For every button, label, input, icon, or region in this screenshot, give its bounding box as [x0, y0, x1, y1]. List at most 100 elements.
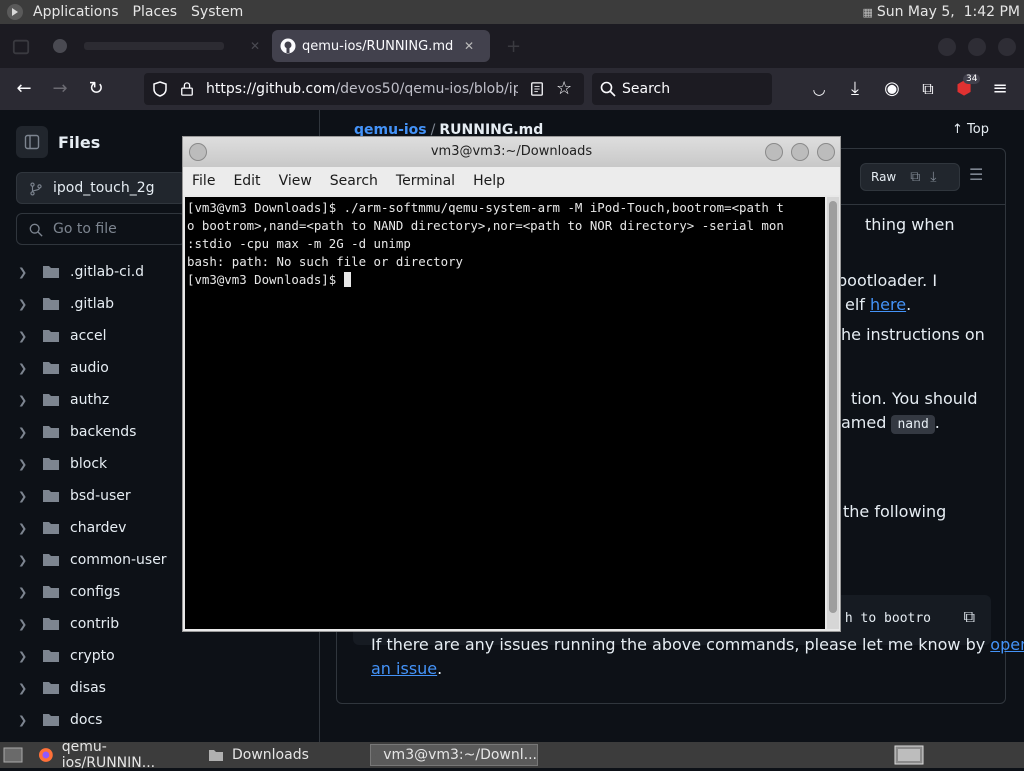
- url-bar[interactable]: https://github.com/devos50/qemu-ios/blob…: [144, 73, 584, 105]
- chevron-right-icon[interactable]: ❯: [18, 266, 34, 279]
- folder-icon: [208, 747, 224, 763]
- menu-applications[interactable]: Applications: [26, 4, 126, 20]
- sidebar-header: Files: [16, 126, 100, 158]
- search-bar[interactable]: Search: [592, 73, 772, 105]
- chevron-right-icon[interactable]: ❯: [18, 650, 34, 663]
- raw-label[interactable]: Raw: [871, 170, 896, 184]
- tree-item[interactable]: ❯ disas: [16, 672, 306, 704]
- tree-item-label: chardev: [70, 520, 126, 536]
- branch-selector[interactable]: ipod_touch_2g: [16, 172, 186, 204]
- close-tab-icon[interactable]: ✕: [250, 39, 260, 53]
- chevron-right-icon[interactable]: ❯: [18, 714, 34, 727]
- shield-icon[interactable]: [152, 81, 168, 97]
- sidebar-title: Files: [58, 133, 100, 152]
- chevron-right-icon[interactable]: ❯: [18, 618, 34, 631]
- folder-icon: [42, 585, 60, 599]
- tree-item-label: docs: [70, 712, 102, 728]
- close-tab-icon[interactable]: ✕: [464, 39, 474, 53]
- chevron-right-icon[interactable]: ❯: [18, 394, 34, 407]
- terminal-titlebar[interactable]: vm3@vm3:~/Downloads: [183, 137, 840, 167]
- md-text-piece: .: [935, 413, 940, 432]
- here-link[interactable]: here: [870, 295, 906, 314]
- md-issue-line-2: an issue.: [371, 659, 442, 678]
- minimize-icon[interactable]: [765, 143, 783, 161]
- collapse-sidebar-button[interactable]: [16, 126, 48, 158]
- opening-link[interactable]: opening: [990, 635, 1024, 654]
- taskbar-item-terminal[interactable]: vm3@vm3:~/Downl...: [370, 744, 538, 766]
- chevron-right-icon[interactable]: ❯: [18, 682, 34, 695]
- menu-edit[interactable]: Edit: [224, 173, 269, 189]
- firefox-icon: [38, 747, 54, 763]
- pocket-icon[interactable]: ◡: [808, 78, 830, 100]
- terminal-screen[interactable]: [vm3@vm3 Downloads]$ ./arm-softmmu/qemu-…: [185, 197, 825, 629]
- tree-item[interactable]: ❯ docs: [16, 704, 306, 736]
- folder-icon: [42, 649, 60, 663]
- terminal-scrollbar[interactable]: [827, 197, 839, 629]
- close-window-icon[interactable]: [817, 143, 835, 161]
- taskbar-item-firefox[interactable]: qemu-ios/RUNNIN...: [34, 744, 198, 766]
- menu-search[interactable]: Search: [321, 173, 387, 189]
- menu-terminal[interactable]: Terminal: [387, 173, 464, 189]
- close-window-icon[interactable]: [998, 38, 1016, 56]
- window-menu-icon[interactable]: [189, 143, 207, 161]
- hamburger-menu-icon[interactable]: ≡: [989, 78, 1011, 100]
- bookmark-star-icon[interactable]: ☆: [556, 78, 572, 99]
- chevron-right-icon[interactable]: ❯: [18, 458, 34, 471]
- an-issue-link[interactable]: an issue: [371, 659, 437, 678]
- tree-item-label: bsd-user: [70, 488, 131, 504]
- chevron-right-icon[interactable]: ❯: [18, 554, 34, 567]
- downloads-icon[interactable]: ⤓: [844, 78, 866, 100]
- minimize-icon[interactable]: [938, 38, 956, 56]
- tree-item[interactable]: ❯ crypto: [16, 640, 306, 672]
- new-tab-icon[interactable]: +: [506, 36, 521, 57]
- search-placeholder: Search: [622, 81, 670, 97]
- copy-icon[interactable]: ⧉: [910, 169, 920, 185]
- chevron-right-icon[interactable]: ❯: [18, 298, 34, 311]
- chevron-right-icon[interactable]: ❯: [18, 362, 34, 375]
- reader-view-icon[interactable]: [530, 81, 544, 97]
- taskbar-item-downloads[interactable]: Downloads: [204, 744, 364, 766]
- go-to-file-placeholder: Go to file: [53, 221, 117, 237]
- tab-inactive[interactable]: ✕: [44, 30, 264, 62]
- lock-icon[interactable]: [180, 81, 194, 97]
- tab-active[interactable]: qemu-ios/RUNNING.md at ✕: [272, 30, 490, 62]
- reload-icon[interactable]: ↻: [85, 78, 107, 100]
- md-fragment-link-line: elf here.: [845, 295, 911, 314]
- menu-file[interactable]: File: [183, 173, 224, 189]
- top-button[interactable]: ↑ Top: [952, 122, 989, 137]
- maximize-icon[interactable]: [791, 143, 809, 161]
- terminal-window[interactable]: vm3@vm3:~/Downloads File Edit View Searc…: [182, 136, 841, 632]
- show-desktop-icon[interactable]: [3, 746, 23, 764]
- extensions-icon[interactable]: ⧉: [917, 78, 939, 100]
- menu-view[interactable]: View: [270, 173, 321, 189]
- forward-icon[interactable]: →: [49, 78, 71, 100]
- taskbar-label: Downloads: [232, 747, 309, 763]
- raw-button-group[interactable]: Raw ⧉ ⤓: [860, 163, 960, 191]
- chevron-right-icon[interactable]: ❯: [18, 426, 34, 439]
- copy-code-icon[interactable]: ⧉: [964, 607, 975, 627]
- md-fragment: tion. You should: [851, 389, 978, 408]
- workspace-switcher-icon[interactable]: [894, 745, 924, 765]
- go-to-file-input[interactable]: Go to file: [16, 213, 186, 245]
- tree-item-label: disas: [70, 680, 106, 696]
- md-fragment: the following: [843, 502, 946, 521]
- menu-places[interactable]: Places: [126, 4, 185, 20]
- download-icon[interactable]: ⤓: [930, 169, 936, 185]
- account-icon[interactable]: ◉: [881, 78, 903, 100]
- tree-item-label: crypto: [70, 648, 115, 664]
- menu-system[interactable]: System: [184, 4, 250, 20]
- menu-help[interactable]: Help: [464, 173, 514, 189]
- chevron-right-icon[interactable]: ❯: [18, 522, 34, 535]
- clock[interactable]: Sun May 5, 1:42 PM: [877, 4, 1020, 20]
- bottom-panel: qemu-ios/RUNNIN... Downloads vm3@vm3:~/D…: [0, 742, 1024, 768]
- tree-item-label: common-user: [70, 552, 167, 568]
- outline-icon[interactable]: ☰: [969, 165, 983, 184]
- chevron-right-icon[interactable]: ❯: [18, 490, 34, 503]
- back-icon[interactable]: ←: [13, 78, 35, 100]
- chevron-right-icon[interactable]: ❯: [18, 586, 34, 599]
- firefox-view-icon[interactable]: [12, 38, 30, 56]
- scrollbar-thumb[interactable]: [829, 201, 837, 613]
- chevron-right-icon[interactable]: ❯: [18, 330, 34, 343]
- url-text[interactable]: https://github.com/devos50/qemu-ios/blob…: [206, 81, 518, 97]
- maximize-icon[interactable]: [968, 38, 986, 56]
